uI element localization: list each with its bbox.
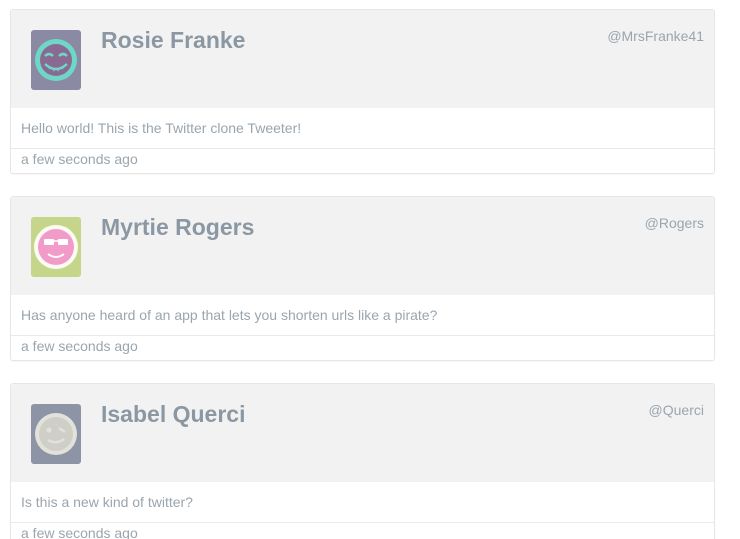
avatar[interactable]	[31, 30, 81, 90]
sunglasses-face-icon	[34, 225, 78, 269]
user-handle: @MrsFranke41	[607, 28, 704, 44]
tweet-content: Is this a new kind of twitter?	[21, 494, 193, 510]
tweet-timestamp: a few seconds ago	[21, 338, 138, 354]
tweet-card: Isabel Querci @Querci Is this a new kind…	[10, 383, 715, 539]
tweet-feed: Rosie Franke @MrsFranke41 Hello world! T…	[0, 0, 740, 539]
tweet-card: Myrtie Rogers @Rogers Has anyone heard o…	[10, 196, 715, 361]
tweet-header: Myrtie Rogers @Rogers	[11, 197, 714, 295]
user-name: Isabel Querci	[101, 401, 246, 427]
grinning-face-icon	[35, 39, 77, 81]
divider	[11, 522, 714, 523]
tweet-content: Hello world! This is the Twitter clone T…	[21, 120, 302, 136]
user-name: Rosie Franke	[101, 27, 246, 53]
tweet-timestamp: a few seconds ago	[21, 151, 138, 167]
avatar[interactable]	[31, 217, 81, 277]
tweet-timestamp: a few seconds ago	[21, 525, 138, 539]
user-handle: @Rogers	[644, 215, 704, 231]
divider	[11, 335, 714, 336]
avatar[interactable]	[31, 404, 81, 464]
divider	[11, 148, 714, 149]
user-handle: @Querci	[648, 402, 704, 418]
user-name: Myrtie Rogers	[101, 214, 255, 240]
tweet-card: Rosie Franke @MrsFranke41 Hello world! T…	[10, 9, 715, 174]
winking-face-icon	[35, 413, 77, 455]
tweet-header: Rosie Franke @MrsFranke41	[11, 10, 714, 108]
tweet-content: Has anyone heard of an app that lets you…	[21, 307, 438, 323]
tweet-header: Isabel Querci @Querci	[11, 384, 714, 482]
